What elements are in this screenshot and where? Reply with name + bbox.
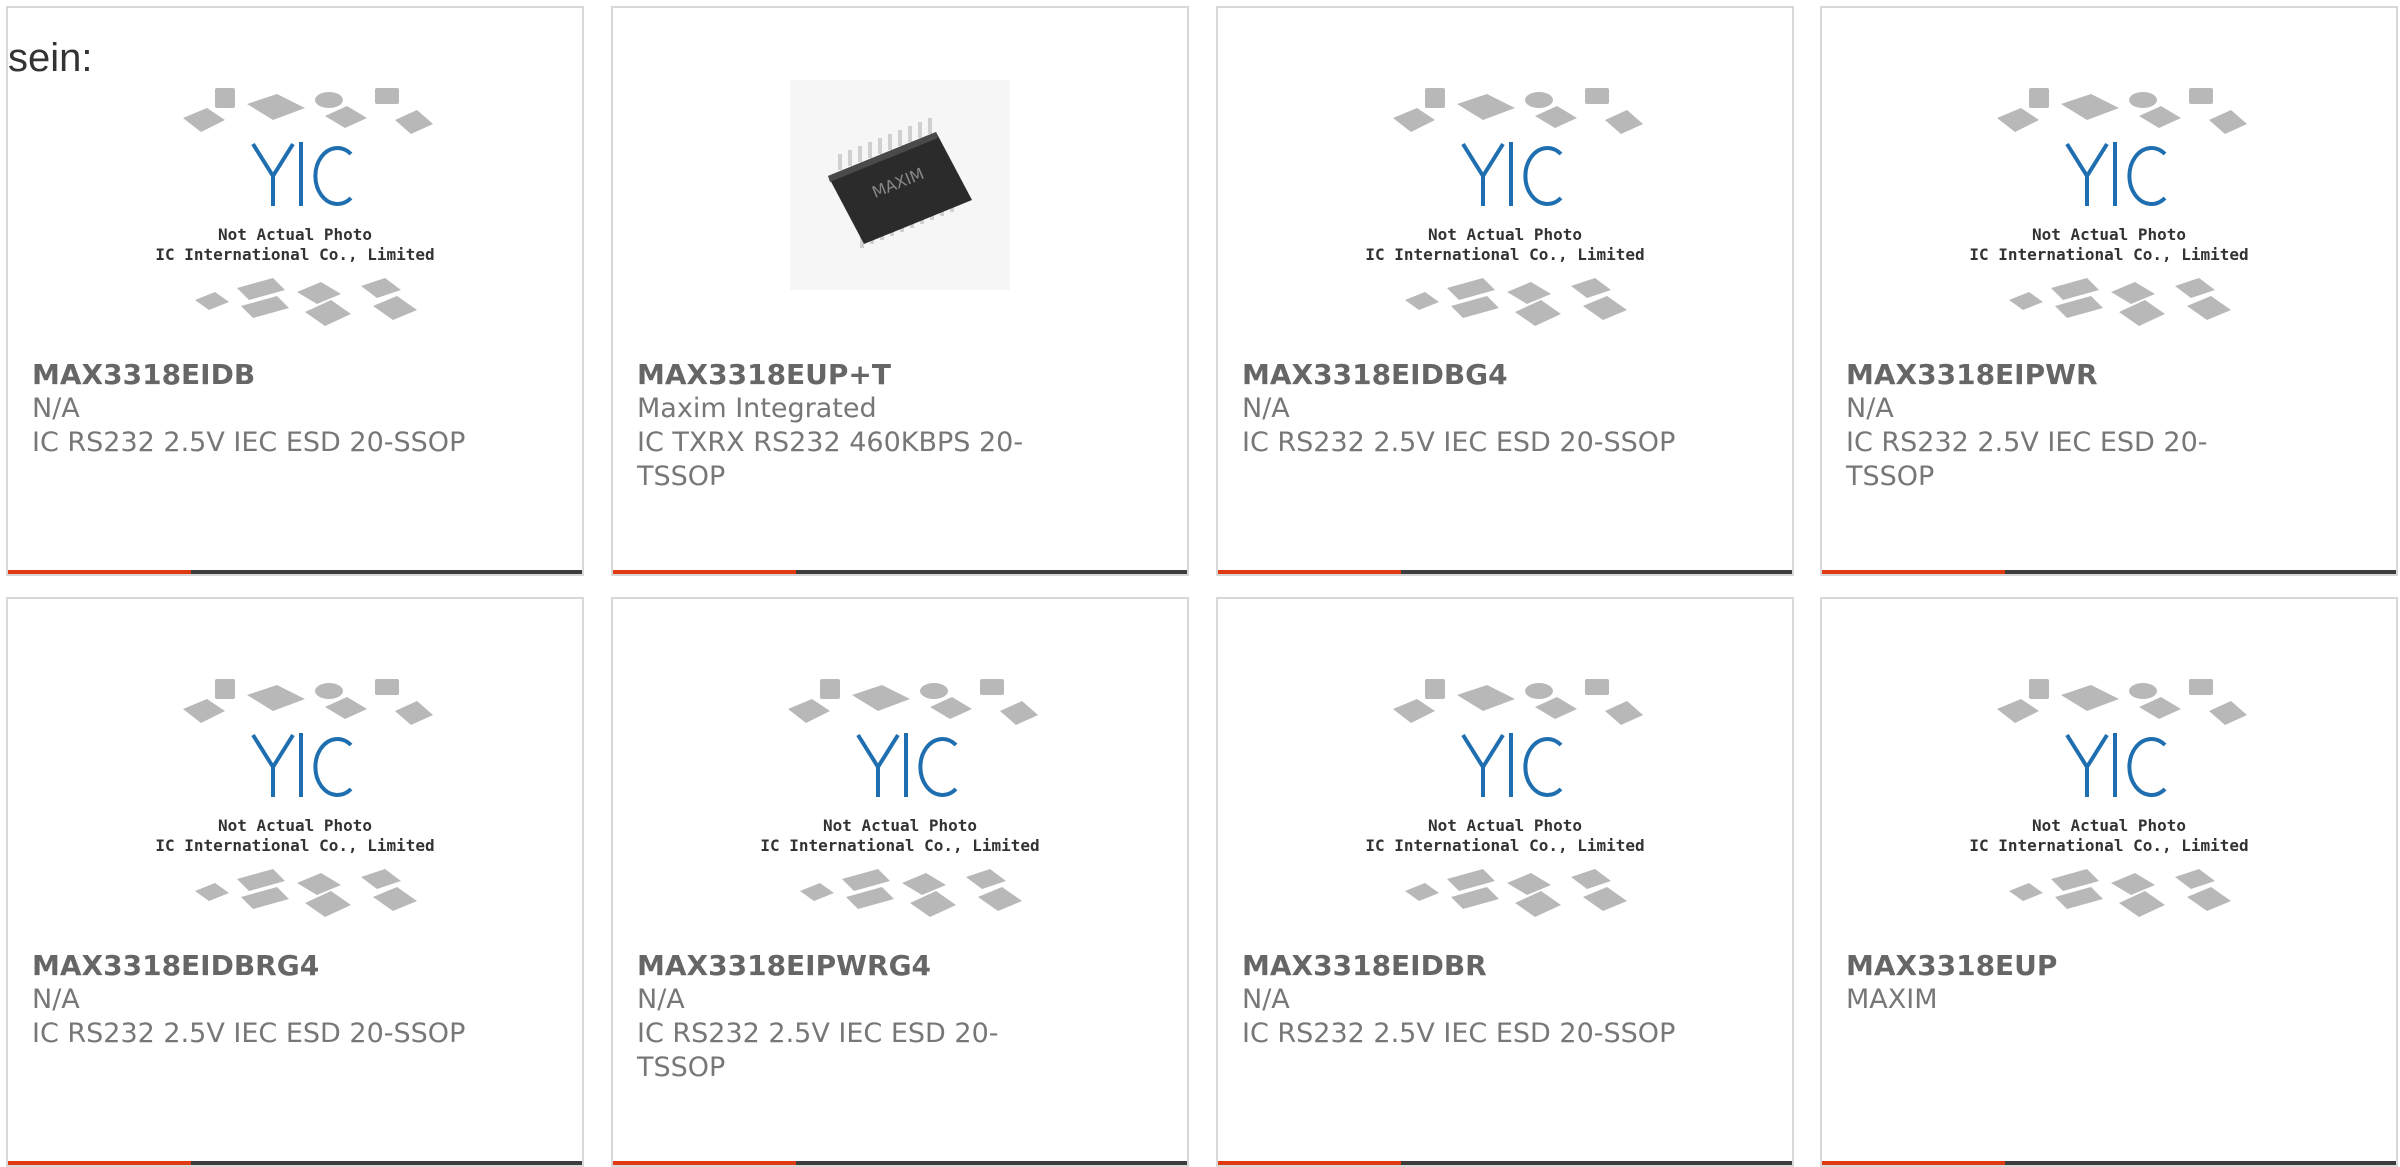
svg-text:Not Actual Photo: Not Actual Photo — [218, 225, 372, 244]
product-card[interactable]: Not Actual Photo YIC International Co., … — [6, 597, 584, 1167]
product-description: IC TXRX RS232 460KBPS 20-TSSOP — [637, 427, 1024, 492]
placeholder-product-image[interactable]: Not Actual Photo YIC International Co., … — [1365, 80, 1645, 340]
part-number-link[interactable]: MAX3318EUP — [1846, 949, 2057, 982]
svg-text:YIC International Co., Limited: YIC International Co., Limited. — [155, 836, 435, 855]
placeholder-product-image[interactable]: Not Actual Photo YIC International Co., … — [1365, 671, 1645, 931]
product-card[interactable]: Not Actual Photo YIC International Co., … — [611, 597, 1189, 1167]
svg-text:YIC International Co., Limited: YIC International Co., Limited. — [1365, 836, 1645, 855]
svg-text:YIC International Co., Limited: YIC International Co., Limited. — [760, 836, 1040, 855]
svg-text:YIC International Co., Limited: YIC International Co., Limited. — [1969, 836, 2249, 855]
svg-text:YIC International Co., Limited: YIC International Co., Limited. — [1969, 245, 2249, 264]
card-accent-bar — [1218, 1161, 1401, 1165]
placeholder-product-image[interactable]: Not Actual Photo YIC International Co., … — [1969, 80, 2249, 340]
product-card[interactable]: MAXIM MAX3318EUP+T Maxim Integrated IC TXR… — [611, 6, 1189, 576]
card-footer-bar — [613, 1161, 1187, 1165]
svg-text:YIC International Co., Limited: YIC International Co., Limited. — [1365, 245, 1645, 264]
placeholder-product-image[interactable]: Not Actual Photo YIC International Co., … — [1969, 671, 2249, 931]
manufacturer: N/A — [637, 984, 685, 1015]
manufacturer: N/A — [32, 984, 80, 1015]
product-card[interactable]: Not Actual Photo YIC International Co., … — [1216, 597, 1794, 1167]
svg-text:Not Actual Photo: Not Actual Photo — [2032, 225, 2186, 244]
section-heading: sein: — [8, 36, 93, 80]
product-grid: Not Actual Photo YIC International Co., … — [0, 0, 2400, 1167]
card-footer-bar — [613, 570, 1187, 574]
product-description: IC RS232 2.5V IEC ESD 20-SSOP — [1242, 1018, 1676, 1049]
card-accent-bar — [1218, 570, 1401, 574]
card-footer-bar — [8, 1161, 582, 1165]
placeholder-product-image[interactable]: Not Actual Photo YIC International Co., … — [760, 671, 1040, 931]
card-accent-bar — [1822, 1161, 2005, 1165]
part-number-link[interactable]: MAX3318EIDBR — [1242, 949, 1487, 982]
product-card[interactable]: Not Actual Photo YIC International Co., … — [1820, 6, 2398, 576]
svg-text:Not Actual Photo: Not Actual Photo — [1428, 816, 1582, 835]
card-accent-bar — [613, 570, 796, 574]
part-number-link[interactable]: MAX3318EIPWR — [1846, 358, 2098, 391]
placeholder-product-image[interactable]: Not Actual Photo YIC International Co., … — [155, 80, 435, 340]
part-number-link[interactable]: MAX3318EIDBG4 — [1242, 358, 1508, 391]
manufacturer: N/A — [1846, 393, 1894, 424]
manufacturer: MAXIM — [1846, 984, 1938, 1015]
manufacturer: N/A — [1242, 984, 1290, 1015]
card-footer-bar — [1822, 1161, 2396, 1165]
svg-text:Not Actual Photo: Not Actual Photo — [218, 816, 372, 835]
svg-text:Not Actual Photo: Not Actual Photo — [2032, 816, 2186, 835]
product-description: IC RS232 2.5V IEC ESD 20-SSOP — [32, 1018, 466, 1049]
card-footer-bar — [1218, 1161, 1792, 1165]
svg-text:YIC International Co., Limited: YIC International Co., Limited. — [155, 245, 435, 264]
product-card[interactable]: Not Actual Photo YIC International Co., … — [6, 6, 584, 576]
card-footer-bar — [8, 570, 582, 574]
manufacturer: N/A — [32, 393, 80, 424]
product-description: IC RS232 2.5V IEC ESD 20-TSSOP — [1846, 427, 2208, 492]
part-number-link[interactable]: MAX3318EUP+T — [637, 358, 891, 391]
card-accent-bar — [613, 1161, 796, 1165]
part-number-link[interactable]: MAX3318EIDBRG4 — [32, 949, 319, 982]
product-card[interactable]: Not Actual Photo YIC International Co., … — [1216, 6, 1794, 576]
svg-text:Not Actual Photo: Not Actual Photo — [823, 816, 977, 835]
card-accent-bar — [8, 570, 191, 574]
card-accent-bar — [1822, 570, 2005, 574]
product-photo[interactable]: MAXIM — [760, 80, 1040, 340]
part-number-link[interactable]: MAX3318EIPWRG4 — [637, 949, 931, 982]
manufacturer: N/A — [1242, 393, 1290, 424]
card-footer-bar — [1822, 570, 2396, 574]
product-description: IC RS232 2.5V IEC ESD 20-SSOP — [1242, 427, 1676, 458]
product-card[interactable]: Not Actual Photo YIC International Co., … — [1820, 597, 2398, 1167]
product-description: IC RS232 2.5V IEC ESD 20-TSSOP — [637, 1018, 999, 1083]
manufacturer: Maxim Integrated — [637, 393, 877, 424]
placeholder-product-image[interactable]: Not Actual Photo YIC International Co., … — [155, 671, 435, 931]
svg-text:Not Actual Photo: Not Actual Photo — [1428, 225, 1582, 244]
product-description: IC RS232 2.5V IEC ESD 20-SSOP — [32, 427, 466, 458]
part-number-link[interactable]: MAX3318EIDB — [32, 358, 255, 391]
card-accent-bar — [8, 1161, 191, 1165]
card-footer-bar — [1218, 570, 1792, 574]
